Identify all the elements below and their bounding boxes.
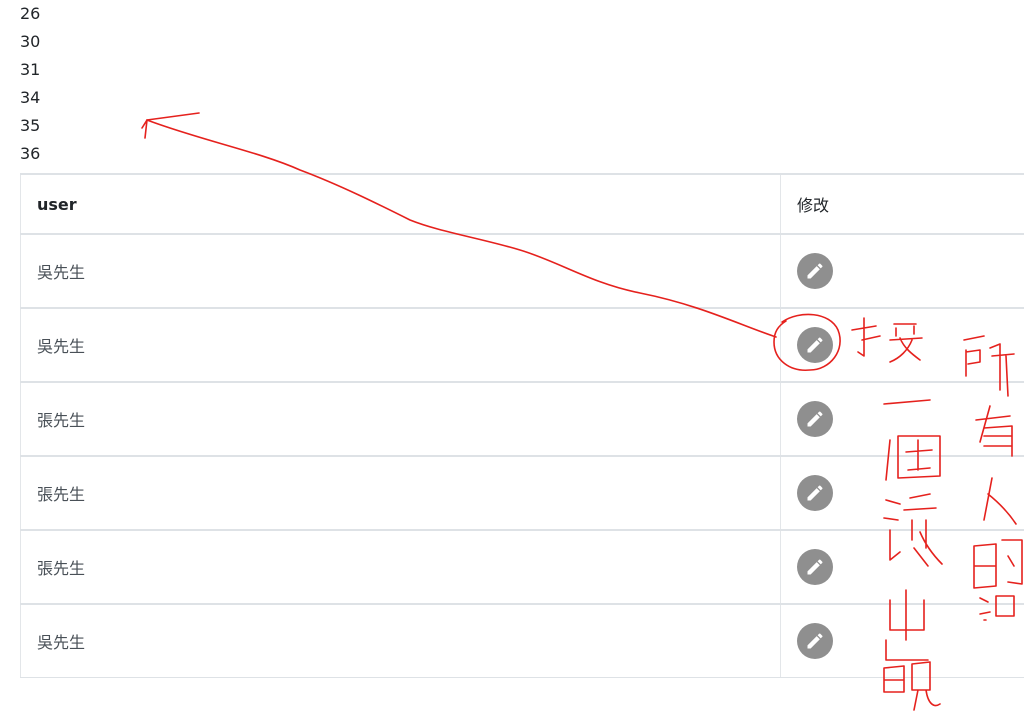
user-cell: 張先生 xyxy=(20,529,781,604)
edit-cell xyxy=(780,307,1024,382)
page: 26 30 31 34 35 36 user 修改 吳先生 吳先生 張先生 張先… xyxy=(0,0,1024,724)
user-cell: 張先生 xyxy=(20,455,781,530)
user-cell: 吳先生 xyxy=(20,307,781,382)
edit-cell xyxy=(780,455,1024,530)
table-header-row: user 修改 xyxy=(20,173,1024,235)
table-row: 吳先生 xyxy=(20,233,1024,308)
edit-cell xyxy=(780,381,1024,456)
arrow-head xyxy=(141,112,200,139)
table-row: 張先生 xyxy=(20,529,1024,604)
edit-cell xyxy=(780,529,1024,604)
table-row: 張先生 xyxy=(20,455,1024,530)
id-list-item: 31 xyxy=(20,60,41,79)
pencil-icon xyxy=(807,337,823,353)
table-row: 吳先生 xyxy=(20,603,1024,678)
edit-cell xyxy=(780,233,1024,308)
pencil-icon xyxy=(807,633,823,649)
edit-button[interactable] xyxy=(797,623,833,659)
id-list-item: 30 xyxy=(20,32,41,51)
edit-cell xyxy=(780,603,1024,678)
edit-button[interactable] xyxy=(797,327,833,363)
table-row: 張先生 xyxy=(20,381,1024,456)
id-list: 26 30 31 34 35 36 xyxy=(20,0,40,168)
id-list-item: 34 xyxy=(20,88,41,107)
users-table: user 修改 吳先生 吳先生 張先生 張先生 張先生 吳先生 xyxy=(20,173,1024,678)
pencil-icon xyxy=(807,411,823,427)
column-header-edit: 修改 xyxy=(780,173,1024,235)
edit-button[interactable] xyxy=(797,475,833,511)
user-cell: 吳先生 xyxy=(20,233,781,308)
user-cell: 吳先生 xyxy=(20,603,781,678)
pencil-icon xyxy=(807,485,823,501)
edit-button[interactable] xyxy=(797,401,833,437)
user-cell: 張先生 xyxy=(20,381,781,456)
column-header-user: user xyxy=(20,173,781,235)
id-list-item: 26 xyxy=(20,4,41,23)
edit-button[interactable] xyxy=(797,253,833,289)
table-row: 吳先生 xyxy=(20,307,1024,382)
pencil-icon xyxy=(807,263,823,279)
id-list-item: 36 xyxy=(20,144,41,163)
id-list-item: 35 xyxy=(20,116,41,135)
pencil-icon xyxy=(807,559,823,575)
edit-button[interactable] xyxy=(797,549,833,585)
